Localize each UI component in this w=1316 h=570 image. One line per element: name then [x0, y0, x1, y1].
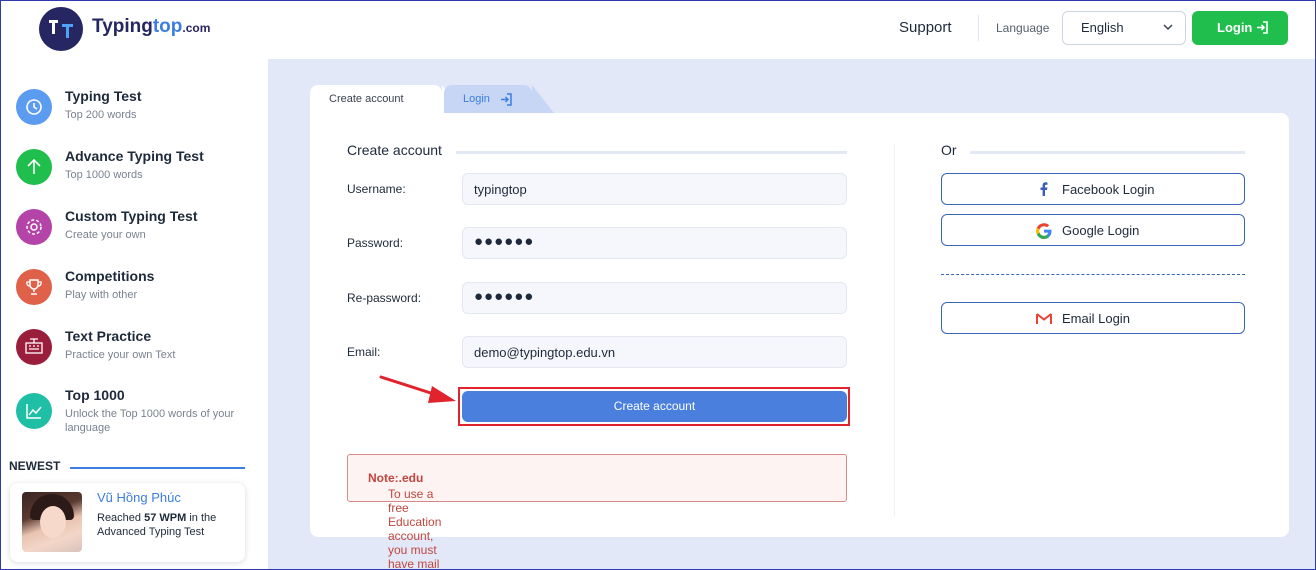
sidebar-item-title: Typing Test [65, 88, 142, 104]
sidebar-item-subtitle: Create your own [65, 229, 146, 241]
newest-wpm: 57 WPM [144, 512, 187, 524]
facebook-login-button[interactable]: Facebook Login [941, 173, 1245, 205]
repassword-value: ●●●●●● [474, 288, 535, 305]
newest-card[interactable]: Vũ Hồng Phúc Reached 57 WPM in the Advan… [10, 483, 245, 562]
email-login-button[interactable]: Email Login [941, 302, 1245, 334]
education-note: Note: To use a free Education account, y… [347, 454, 847, 570]
gear-icon [16, 209, 52, 245]
logo-domain: .com [182, 21, 211, 35]
newest-user-name[interactable]: Vũ Hồng Phúc [97, 490, 181, 505]
tab-create-account-label: Create account [329, 93, 404, 105]
language-value: English [1081, 20, 1124, 35]
sidebar-item-top-1000[interactable]: Top 1000 Unlock the Top 1000 words of yo… [16, 387, 256, 447]
email-field[interactable]: demo@typingtop.edu.vn [462, 336, 847, 368]
language-label: Language [996, 21, 1050, 35]
password-label: Password: [347, 236, 404, 250]
logo-text[interactable]: Typingtop.com [92, 16, 210, 38]
sidebar-item-advance-typing-test[interactable]: Advance Typing Test Top 1000 words [16, 148, 256, 198]
sidebar-item-title: Competitions [65, 268, 155, 284]
sidebar-item-typing-test[interactable]: Typing Test Top 200 words [16, 88, 256, 138]
sidebar-item-title: Advance Typing Test [65, 148, 204, 164]
facebook-login-label: Facebook Login [1062, 182, 1155, 197]
create-account-button[interactable]: Create account [462, 391, 847, 422]
sidebar-item-subtitle: Play with other [65, 289, 138, 301]
language-select[interactable]: English [1062, 11, 1186, 45]
sidebar-item-title: Top 1000 [65, 387, 125, 403]
note-text: Note: To use a free Education account, y… [368, 471, 442, 570]
email-value: demo@typingtop.edu.vn [474, 345, 616, 360]
arrow-up-icon [16, 149, 52, 185]
trophy-icon [16, 269, 52, 305]
sidebar-item-subtitle: Unlock the Top 1000 words of your langua… [65, 408, 235, 434]
sidebar-item-subtitle: Practice your own Text [65, 349, 176, 361]
google-login-button[interactable]: Google Login [941, 214, 1245, 246]
column-divider [894, 144, 895, 516]
tab-create-account[interactable]: Create account [310, 85, 464, 113]
sign-in-icon [1257, 21, 1268, 34]
sidebar-item-subtitle: Top 200 words [65, 109, 137, 121]
newest-heading: NEWEST [9, 459, 61, 473]
logo-accent: top [152, 16, 183, 37]
newest-achievement: Reached 57 WPM in the Advanced Typing Te… [97, 512, 217, 538]
newest-underline [70, 467, 245, 469]
password-field[interactable]: ●●●●●● [462, 227, 847, 259]
gmail-icon [1036, 313, 1052, 324]
repassword-label: Re-password: [347, 291, 422, 305]
header-divider [978, 15, 979, 41]
password-value: ●●●●●● [474, 233, 535, 250]
form-heading-line [456, 151, 847, 154]
sidebar-item-competitions[interactable]: Competitions Play with other [16, 268, 256, 318]
sidebar-item-subtitle: Top 1000 words [65, 169, 143, 181]
username-value: typingtop [474, 182, 527, 197]
red-arrow-annotation [379, 375, 456, 403]
google-login-label: Google Login [1062, 223, 1140, 238]
chevron-down-icon [1163, 24, 1173, 31]
clock-icon [16, 89, 52, 125]
tab-login[interactable]: Login [444, 85, 554, 113]
email-label: Email: [347, 345, 381, 359]
or-line [970, 151, 1245, 154]
tab-login-label: Login [463, 93, 490, 105]
google-icon [1036, 223, 1052, 239]
login-button-label: Login [1217, 20, 1253, 35]
sidebar-item-custom-typing-test[interactable]: Custom Typing Test Create your own [16, 208, 256, 258]
sign-in-icon [501, 93, 512, 106]
top-header: Typingtop.com Support Language English L… [1, 1, 1315, 59]
keyboard-text-icon [16, 329, 52, 365]
facebook-icon [1040, 182, 1048, 196]
sidebar-item-text-practice[interactable]: Text Practice Practice your own Text [16, 328, 256, 378]
sidebar-item-title: Custom Typing Test [65, 208, 198, 224]
avatar [22, 492, 82, 552]
or-label: Or [941, 142, 957, 158]
dashed-divider [941, 274, 1245, 275]
username-field[interactable]: typingtop [462, 173, 847, 205]
email-login-label: Email Login [1062, 311, 1130, 326]
login-button[interactable]: Login [1192, 11, 1288, 45]
sidebar-item-title: Text Practice [65, 328, 152, 344]
support-link[interactable]: Support [899, 19, 952, 36]
chart-line-icon [16, 393, 52, 429]
logo-mark-icon[interactable] [39, 7, 83, 51]
repassword-field[interactable]: ●●●●●● [462, 282, 847, 314]
username-label: Username: [347, 182, 406, 196]
logo-main: Typing [92, 16, 153, 37]
form-heading: Create account [347, 142, 442, 158]
